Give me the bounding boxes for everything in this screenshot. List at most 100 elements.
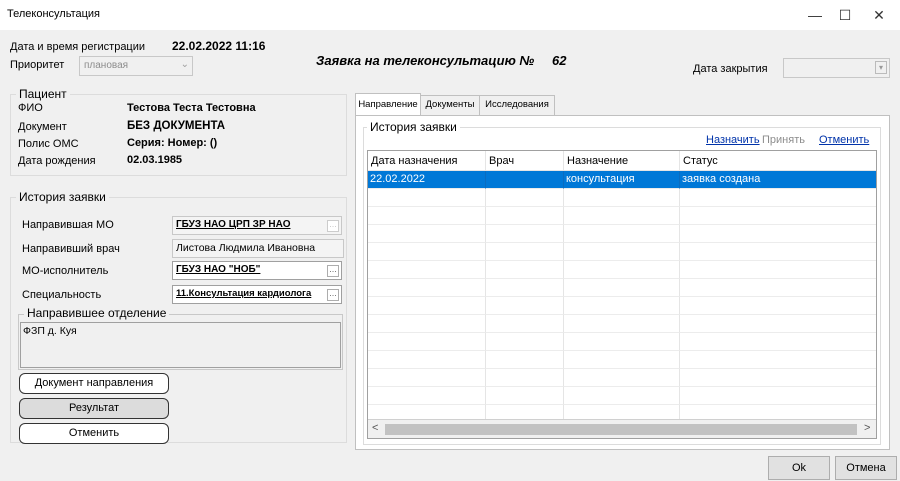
empty-cell xyxy=(564,279,680,297)
empty-cell xyxy=(486,261,564,279)
empty-cell xyxy=(368,261,486,279)
table-cell xyxy=(486,171,564,189)
scroll-left-icon[interactable]: < xyxy=(372,422,378,434)
executor-mo-label: МО-исполнитель xyxy=(22,265,109,277)
empty-cell xyxy=(486,243,564,261)
close-date-label: Дата закрытия xyxy=(693,63,768,75)
ellipsis-icon[interactable]: … xyxy=(327,289,339,301)
birthdate-label: Дата рождения xyxy=(18,155,96,167)
document-value: БЕЗ ДОКУМЕНТА xyxy=(127,120,226,132)
empty-cell xyxy=(680,315,876,333)
request-title: Заявка на телеконсультацию № xyxy=(316,53,535,68)
registration-label: Дата и время регистрации xyxy=(10,41,146,53)
empty-row xyxy=(368,333,876,351)
close-date-select[interactable]: ▾ xyxy=(783,58,890,78)
empty-cell xyxy=(368,243,486,261)
assign-link[interactable]: Назначить xyxy=(706,134,760,146)
table-cell: консультация xyxy=(564,171,680,189)
empty-cell xyxy=(564,207,680,225)
empty-cell xyxy=(368,207,486,225)
priority-label: Приоритет xyxy=(10,59,65,71)
empty-cell xyxy=(486,333,564,351)
empty-row xyxy=(368,315,876,333)
empty-cell xyxy=(564,243,680,261)
document-label: Документ xyxy=(18,121,67,133)
empty-cell xyxy=(564,261,680,279)
referral-document-button[interactable]: Документ направления xyxy=(19,373,169,394)
empty-cell xyxy=(486,369,564,387)
empty-cell xyxy=(680,279,876,297)
empty-cell xyxy=(564,297,680,315)
referring-doctor-value: Листова Людмила Ивановна xyxy=(176,242,316,254)
empty-cell xyxy=(368,315,486,333)
empty-cell xyxy=(486,351,564,369)
patient-group-title: Пациент xyxy=(16,87,70,101)
empty-cell xyxy=(564,225,680,243)
empty-row xyxy=(368,387,876,405)
empty-row xyxy=(368,261,876,279)
empty-row xyxy=(368,225,876,243)
cancel-link[interactable]: Отменить xyxy=(819,134,869,146)
tab-research[interactable]: Исследования xyxy=(479,95,555,115)
dropdown-icon: ▾ xyxy=(875,61,887,74)
title-bar: Телеконсультация — ☐ ✕ xyxy=(0,0,900,30)
empty-cell xyxy=(680,225,876,243)
tab-documents[interactable]: Документы xyxy=(420,95,480,115)
column-header[interactable]: Дата назначения xyxy=(368,151,486,171)
close-button[interactable]: ✕ xyxy=(856,0,900,30)
priority-value: плановая xyxy=(84,60,129,71)
priority-select[interactable]: плановая ⌄ xyxy=(79,56,193,76)
oms-label: Полис ОМС xyxy=(18,138,79,150)
empty-cell xyxy=(564,189,680,207)
empty-row xyxy=(368,297,876,315)
table-row[interactable]: 22.02.2022 консультация заявка создана xyxy=(368,171,876,189)
window-title: Телеконсультация xyxy=(7,8,101,20)
executor-mo-value: ГБУЗ НАО "НОБ" xyxy=(176,264,261,275)
ok-button[interactable]: Ok xyxy=(768,456,830,480)
chevron-down-icon: ⌄ xyxy=(180,59,189,70)
cancel-dialog-button[interactable]: Отмена xyxy=(835,456,897,480)
empty-cell xyxy=(368,387,486,405)
referring-mo-field[interactable]: ГБУЗ НАО ЦРП ЗР НАО … xyxy=(172,216,342,235)
accept-link: Принять xyxy=(762,134,805,146)
result-button[interactable]: Результат xyxy=(19,398,169,419)
empty-cell xyxy=(486,387,564,405)
empty-row xyxy=(368,207,876,225)
empty-row xyxy=(368,351,876,369)
empty-cell xyxy=(680,297,876,315)
empty-cell xyxy=(486,207,564,225)
empty-cell xyxy=(564,387,680,405)
registration-value: 22.02.2022 11:16 xyxy=(172,39,266,53)
empty-row xyxy=(368,243,876,261)
column-header[interactable]: Врач xyxy=(486,151,564,171)
tab-direction[interactable]: Направление xyxy=(355,93,421,115)
horizontal-scrollbar[interactable]: < > xyxy=(368,419,876,438)
tab-history-title: История заявки xyxy=(367,120,460,134)
empty-cell xyxy=(368,297,486,315)
specialty-value: 11.Консультация кардиолога xyxy=(176,288,312,299)
referring-doctor-field: Листова Людмила Ивановна xyxy=(172,239,344,258)
empty-cell xyxy=(486,189,564,207)
column-header[interactable]: Назначение xyxy=(564,151,680,171)
empty-row xyxy=(368,189,876,207)
empty-cell xyxy=(486,279,564,297)
fio-value: Тестова Теста Тестовна xyxy=(127,102,256,114)
scroll-right-icon[interactable]: > xyxy=(864,422,870,434)
column-header[interactable]: Статус xyxy=(680,151,876,171)
fio-label: ФИО xyxy=(18,102,43,114)
ellipsis-icon[interactable]: … xyxy=(327,220,339,232)
empty-cell xyxy=(564,369,680,387)
referring-mo-value: ГБУЗ НАО ЦРП ЗР НАО xyxy=(176,219,291,230)
specialty-field[interactable]: 11.Консультация кардиолога … xyxy=(172,285,342,304)
tab-strip: Направление Документы Исследования xyxy=(355,93,895,115)
empty-cell xyxy=(564,333,680,351)
scrollbar-thumb[interactable] xyxy=(385,424,857,435)
empty-cell xyxy=(368,333,486,351)
executor-mo-field[interactable]: ГБУЗ НАО "НОБ" … xyxy=(172,261,342,280)
cancel-request-button[interactable]: Отменить xyxy=(19,423,169,444)
ellipsis-icon[interactable]: … xyxy=(327,265,339,277)
empty-cell xyxy=(680,243,876,261)
history-grid: Дата назначения Врач Назначение Статус 2… xyxy=(367,150,877,439)
empty-cell xyxy=(368,279,486,297)
department-group-title: Направившее отделение xyxy=(24,306,170,320)
